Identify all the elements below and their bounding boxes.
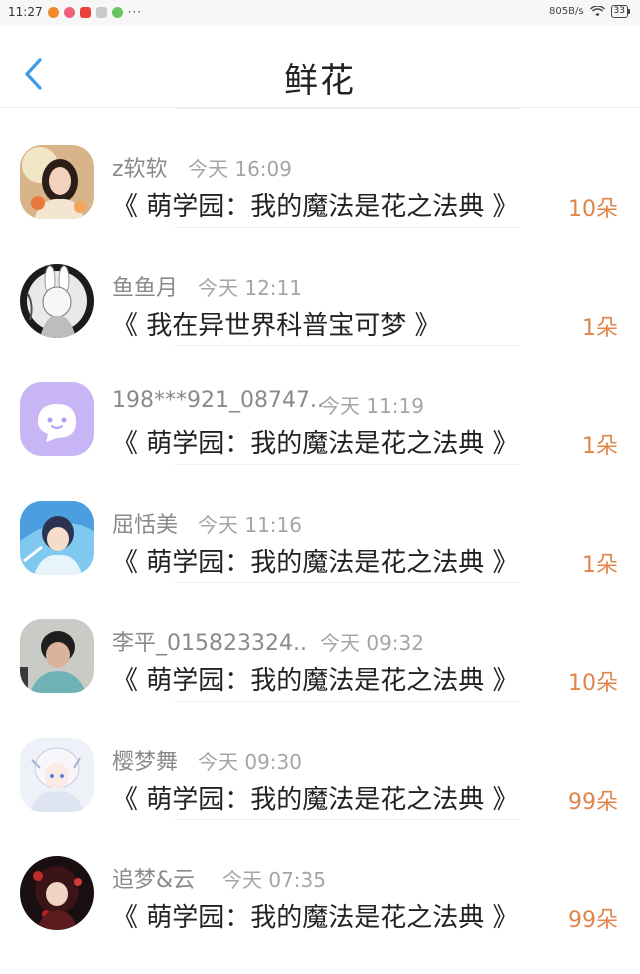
- status-bar-right: 805B/s 33: [549, 5, 630, 18]
- flower-count: 10朵: [568, 671, 618, 696]
- flower-count: 1朵: [582, 434, 618, 459]
- avatar[interactable]: [20, 145, 94, 219]
- app-notification-icon: [111, 6, 123, 18]
- more-notifications-icon: ···: [127, 5, 143, 19]
- battery-level: 33: [610, 5, 628, 18]
- list-item[interactable]: 追梦&云 今天 07:35 《 萌学园：我的魔法是花之法典 》 99朵: [0, 819, 640, 938]
- header: 鲜花: [0, 26, 640, 108]
- list-item[interactable]: 鱼鱼月 今天 12:11 《 我在异世界科普宝可梦 》 1朵: [0, 226, 640, 346]
- username: 198***921_08747..: [112, 388, 324, 413]
- list-item[interactable]: z软软 今天 16:09 《 萌学园：我的魔法是花之法典 》 10朵: [0, 108, 640, 227]
- timestamp: 今天 09:30: [198, 749, 302, 774]
- divider: [175, 819, 520, 820]
- avatar[interactable]: [20, 263, 94, 338]
- username: z软软: [112, 157, 168, 182]
- avatar[interactable]: [20, 500, 94, 575]
- book-title[interactable]: 《 萌学园：我的魔法是花之法典 》: [112, 186, 519, 223]
- app-notification-icon: [95, 6, 107, 18]
- book-title[interactable]: 《 萌学园：我的魔法是花之法典 》: [112, 897, 519, 934]
- timestamp: 今天 11:16: [198, 512, 302, 537]
- wifi-icon: [589, 6, 605, 17]
- list-item[interactable]: 樱梦舞 今天 09:30 《 萌学园：我的魔法是花之法典 》 99朵: [0, 700, 640, 820]
- book-title[interactable]: 《 萌学园：我的魔法是花之法典 》: [112, 542, 519, 579]
- book-title[interactable]: 《 萌学园：我的魔法是花之法典 》: [112, 660, 519, 697]
- divider: [175, 463, 520, 465]
- default-avatar[interactable]: [20, 382, 94, 456]
- book-title[interactable]: 《 我在异世界科普宝可梦 》: [112, 305, 441, 342]
- timestamp: 今天 16:09: [188, 157, 292, 181]
- timestamp: 今天 12:11: [198, 275, 302, 300]
- divider: [175, 700, 520, 702]
- weibo-notification-icon: [63, 6, 75, 18]
- flower-count: 99朵: [568, 789, 618, 815]
- username: 鱼鱼月: [112, 275, 179, 301]
- username: 追梦&云: [112, 868, 196, 893]
- username: 樱梦舞: [112, 749, 179, 775]
- username: 屈恬美: [112, 512, 179, 538]
- divider: [175, 582, 520, 583]
- flower-count: 99朵: [568, 908, 618, 933]
- divider: [175, 345, 520, 346]
- app-notification-icon: [79, 6, 91, 18]
- flower-count: 1朵: [582, 315, 618, 341]
- flower-count: 1朵: [582, 552, 618, 578]
- flower-list: z软软 今天 16:09 《 萌学园：我的魔法是花之法典 》 10朵 鱼鱼月 今…: [0, 108, 640, 938]
- timestamp: 今天 09:32: [320, 631, 424, 655]
- status-bar-left: 11:27 ···: [8, 5, 142, 19]
- book-title[interactable]: 《 萌学园：我的魔法是花之法典 》: [112, 779, 519, 816]
- avatar[interactable]: [20, 619, 94, 693]
- weibo-notification-icon: [47, 6, 59, 18]
- divider: [175, 226, 520, 228]
- battery-icon: 33: [610, 5, 630, 18]
- avatar[interactable]: [20, 856, 94, 930]
- list-item[interactable]: 李平_015823324.. 今天 09:32 《 萌学园：我的魔法是花之法典 …: [0, 582, 640, 701]
- list-item[interactable]: 198***921_08747.. 今天 11:19 《 萌学园：我的魔法是花之…: [0, 345, 640, 464]
- network-speed: 805B/s: [549, 6, 584, 17]
- timestamp: 今天 07:35: [222, 868, 326, 892]
- username: 李平_015823324..: [112, 631, 307, 656]
- book-title[interactable]: 《 萌学园：我的魔法是花之法典 》: [112, 423, 519, 460]
- list-item[interactable]: 屈恬美 今天 11:16 《 萌学园：我的魔法是花之法典 》 1朵: [0, 463, 640, 583]
- timestamp: 今天 11:19: [320, 394, 424, 418]
- page-title: 鲜花: [284, 61, 356, 101]
- flower-count: 10朵: [568, 197, 618, 222]
- status-bar: 11:27 ··· 805B/s 33: [0, 0, 640, 26]
- status-time: 11:27: [8, 5, 43, 19]
- divider: [175, 108, 520, 109]
- avatar[interactable]: [20, 737, 94, 812]
